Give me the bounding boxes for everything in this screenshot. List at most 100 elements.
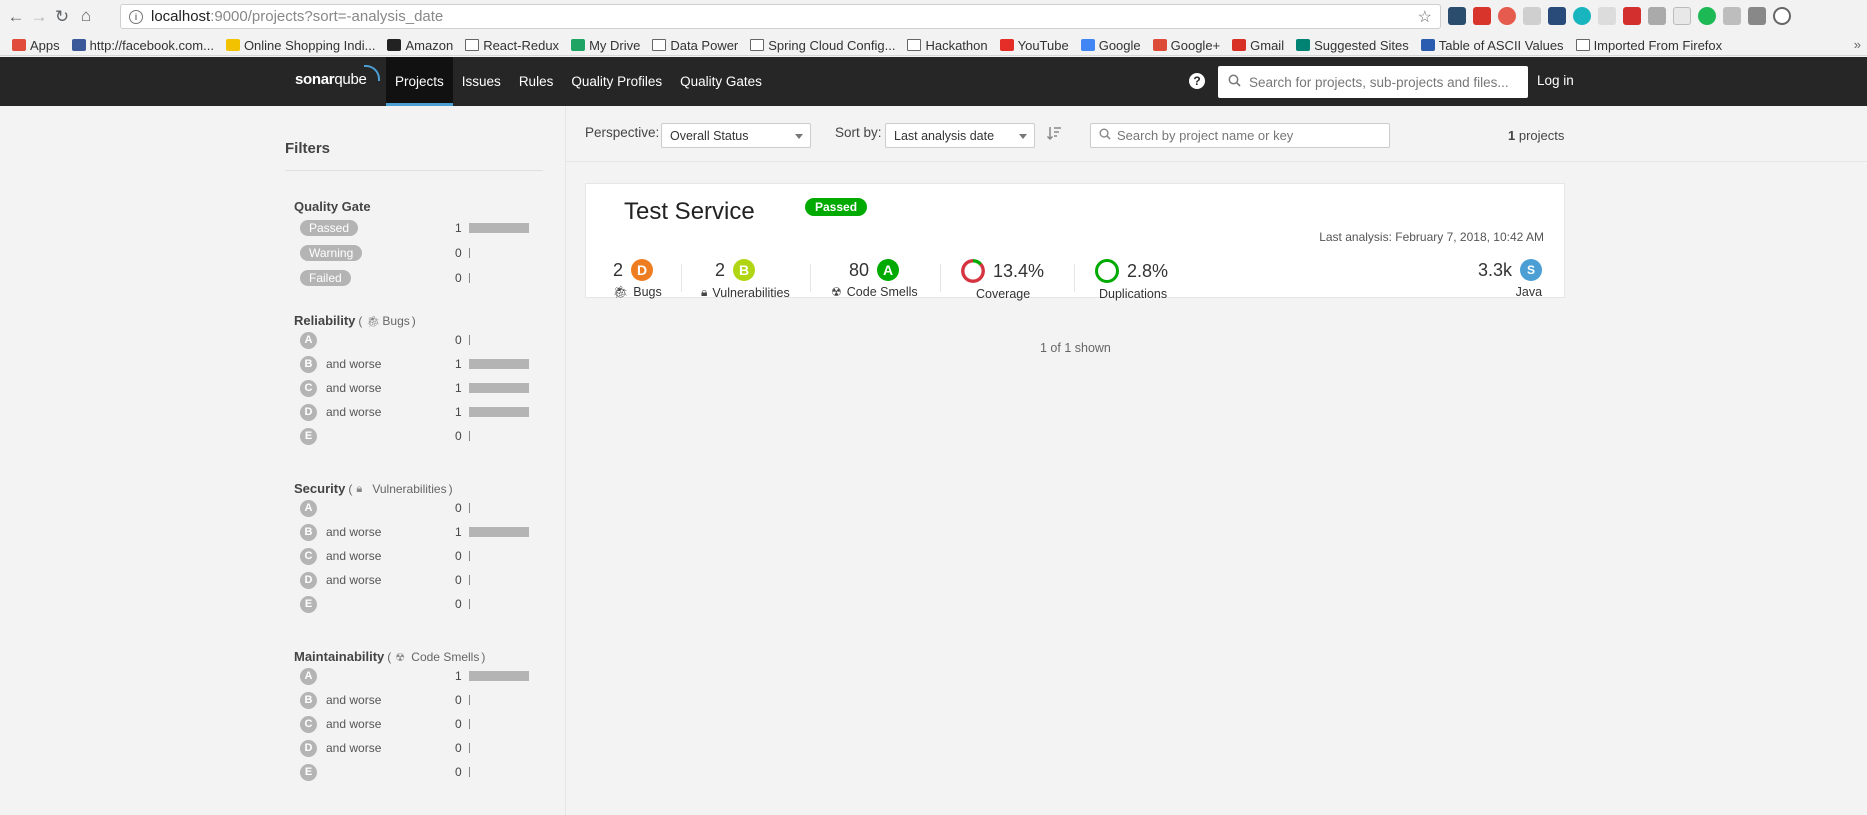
size-measure[interactable]: 3.3k S Java (1478, 259, 1543, 299)
filter-option[interactable]: Passed 1 (300, 218, 530, 238)
nav-quality-gates[interactable]: Quality Gates (671, 57, 771, 106)
bookmark-item[interactable]: My Drive (571, 38, 640, 53)
bookmark-item[interactable]: YouTube (999, 37, 1069, 53)
folder-icon (1575, 39, 1590, 51)
filter-option[interactable]: Cand worse 0 (300, 546, 530, 566)
extension-icon[interactable] (1648, 7, 1666, 25)
rating-option: Dand worse (300, 403, 381, 421)
bookmark-label: Hackathon (925, 37, 988, 53)
bookmark-item[interactable]: Imported From Firefox (1575, 38, 1722, 53)
coverage-value: 13.4% (993, 260, 1045, 281)
bookmark-item[interactable]: Suggested Sites (1296, 38, 1409, 53)
nav-quality-profiles[interactable]: Quality Profiles (562, 57, 671, 106)
filter-option[interactable]: E0 (300, 594, 530, 614)
drive-icon (571, 39, 586, 51)
coverage-measure[interactable]: 13.4% Coverage (961, 259, 1044, 301)
login-link[interactable]: Log in (1537, 73, 1574, 88)
info-icon[interactable]: i (129, 9, 143, 24)
bookmark-item[interactable]: Hackathon (907, 37, 988, 53)
extension-icon[interactable] (1698, 7, 1716, 25)
facebook-icon (71, 39, 86, 51)
bookmarks-more-icon[interactable]: » (1854, 37, 1861, 52)
rating-option: A (300, 499, 317, 517)
perspective-select[interactable]: Overall Status (661, 123, 811, 148)
bookmark-item[interactable]: Apps (12, 38, 60, 53)
filter-option[interactable]: Dand worse 1 (300, 402, 530, 422)
paren-open: ( (348, 481, 353, 496)
help-icon[interactable]: ? (1189, 73, 1205, 89)
global-search-input[interactable]: Search for projects, sub-projects and fi… (1218, 66, 1528, 98)
nav-rules[interactable]: Rules (510, 57, 563, 106)
vulnerabilities-measure[interactable]: 2B 🔒︎ Vulnerabilities (701, 259, 790, 300)
bookmark-item[interactable]: Table of ASCII Values (1420, 38, 1564, 53)
nav-issues[interactable]: Issues (453, 57, 510, 106)
extension-icon[interactable] (1623, 7, 1641, 25)
amazon-icon (387, 39, 402, 51)
extension-icon[interactable] (1448, 7, 1466, 25)
reload-icon[interactable]: ↻ (50, 5, 74, 29)
extension-icon[interactable] (1723, 7, 1741, 25)
browser-toolbar: ← → ↻ ⌂ i localhost:9000/projects?sort=-… (0, 0, 1867, 33)
extension-icon[interactable] (1748, 7, 1766, 25)
filter-section-title: Security(🔒︎ Vulnerabilities) (294, 481, 453, 496)
filter-option[interactable]: A0 (300, 498, 530, 518)
bookmark-star-icon[interactable]: ☆ (1418, 7, 1432, 27)
filter-section-name: Security (294, 481, 346, 496)
back-arrow-icon[interactable]: ← (4, 5, 28, 29)
bookmark-item[interactable]: Spring Cloud Config... (750, 38, 895, 53)
extension-icon[interactable] (1773, 7, 1791, 25)
bookmark-item[interactable]: Amazon (387, 38, 453, 53)
filter-option[interactable]: Band worse 1 (300, 522, 530, 542)
paren-open: ( (387, 649, 392, 664)
filter-option[interactable]: Band worse 0 (300, 690, 530, 710)
bookmark-item[interactable]: React-Redux (465, 38, 559, 53)
filter-option[interactable]: Dand worse 0 (300, 570, 530, 590)
sort-select[interactable]: Last analysis date (885, 123, 1035, 148)
filter-option[interactable]: Warning 0 (300, 243, 530, 263)
project-name-link[interactable]: Test Service (624, 198, 755, 226)
extension-icon[interactable] (1473, 7, 1491, 25)
forward-arrow-icon[interactable]: → (27, 5, 51, 29)
filter-count: 0 (455, 429, 462, 443)
extension-icon[interactable] (1498, 7, 1516, 25)
and-worse-label: and worse (326, 525, 382, 539)
bugs-measure[interactable]: 2D 🐞︎ Bugs (613, 259, 662, 299)
address-bar[interactable]: i localhost:9000/projects?sort=-analysis… (120, 4, 1441, 29)
bookmark-item[interactable]: Google (1080, 38, 1141, 53)
filter-option[interactable]: A1 (300, 666, 530, 686)
extension-icon[interactable] (1598, 7, 1616, 25)
bookmark-item[interactable]: http://facebook.com... (71, 38, 214, 53)
chevron-down-icon (795, 134, 803, 139)
sort-value: Last analysis date (894, 128, 995, 143)
bookmark-item[interactable]: Google+ (1152, 38, 1220, 53)
code-smells-value: 80 (849, 259, 870, 280)
rating-badge: B (300, 691, 317, 709)
project-search-input[interactable]: Search by project name or key (1090, 123, 1390, 148)
filter-option[interactable]: Band worse 1 (300, 354, 530, 374)
filter-option[interactable]: A0 (300, 330, 530, 350)
bookmark-item[interactable]: Data Power (652, 38, 738, 53)
filter-option[interactable]: E0 (300, 426, 530, 446)
filter-option[interactable]: Cand worse 0 (300, 714, 530, 734)
extension-icon[interactable] (1523, 7, 1541, 25)
filter-count: 1 (455, 405, 462, 419)
filter-option[interactable]: Cand worse 1 (300, 378, 530, 398)
nav-projects[interactable]: Projects (386, 57, 453, 106)
bookmark-item[interactable]: Online Shopping Indi... (225, 38, 375, 53)
bookmark-label: YouTube (1017, 37, 1069, 53)
filter-option[interactable]: Failed 0 (300, 268, 530, 288)
url-host: localhost (151, 8, 211, 25)
filter-option[interactable]: Dand worse 0 (300, 738, 530, 758)
bookmark-item[interactable]: Gmail (1232, 38, 1284, 53)
sort-direction-icon[interactable] (1046, 125, 1062, 146)
extension-icon[interactable] (1573, 7, 1591, 25)
filter-option[interactable]: E0 (300, 762, 530, 782)
extension-icon[interactable] (1673, 7, 1691, 25)
sonarqube-logo[interactable]: sonarqube (295, 65, 380, 88)
home-icon[interactable]: ⌂ (74, 4, 98, 28)
extension-icon[interactable] (1548, 7, 1566, 25)
and-worse-label: and worse (326, 741, 382, 755)
code-smells-measure[interactable]: 80 A ☢︎ Code Smells (831, 259, 918, 299)
rating-option: A (300, 667, 317, 685)
duplications-measure[interactable]: 2.8% Duplications (1095, 259, 1168, 301)
